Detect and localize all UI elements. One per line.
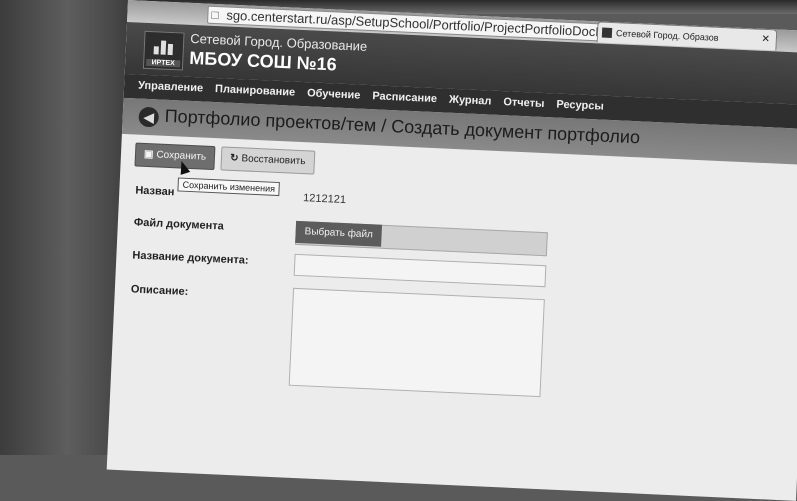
school-name: МБОУ СОШ №16 bbox=[188, 47, 338, 75]
name-label: Назван bbox=[135, 184, 175, 199]
logo-bars-icon bbox=[146, 32, 184, 56]
save-button[interactable]: ▣ Сохранить bbox=[134, 142, 216, 171]
choose-file-button[interactable]: Выбрать файл bbox=[295, 220, 383, 247]
app-logo[interactable]: ИРТЕХ bbox=[142, 30, 185, 71]
restore-button[interactable]: ↻ Восстановить bbox=[220, 146, 315, 175]
restore-button-label: Восстановить bbox=[241, 153, 306, 168]
nav-item-management[interactable]: Управление bbox=[124, 74, 210, 95]
back-arrow-icon[interactable]: ◀ bbox=[138, 106, 160, 128]
nav-item-planning[interactable]: Планирование bbox=[209, 78, 302, 99]
nav-item-schedule[interactable]: Расписание bbox=[366, 85, 443, 105]
description-label: Описание: bbox=[130, 283, 189, 299]
tab-title: Сетевой Город. Образов bbox=[615, 28, 719, 43]
site-favicon-icon bbox=[601, 27, 613, 38]
nav-item-learning[interactable]: Обучение bbox=[301, 82, 367, 102]
doc-title-input[interactable] bbox=[293, 253, 547, 288]
save-icon: ▣ bbox=[143, 148, 154, 161]
nav-item-resources[interactable]: Ресурсы bbox=[550, 93, 610, 113]
restore-icon: ↻ bbox=[229, 152, 239, 165]
browser-screen: □ sgo.centerstart.ru/asp/SetupSchool/Por… bbox=[106, 0, 797, 501]
description-textarea[interactable] bbox=[288, 287, 545, 398]
logo-text: ИРТЕХ bbox=[146, 58, 181, 68]
form-toolbar: ▣ Сохранить ↻ Восстановить bbox=[134, 142, 321, 176]
name-value: 1212121 bbox=[302, 192, 347, 207]
nav-item-journal[interactable]: Журнал bbox=[443, 88, 498, 108]
close-tab-icon[interactable]: ✕ bbox=[761, 30, 770, 50]
page-icon: □ bbox=[211, 7, 219, 23]
file-label: Файл документа bbox=[133, 216, 224, 233]
save-tooltip: Сохранить изменения bbox=[177, 177, 281, 197]
nav-item-reports[interactable]: Отчеты bbox=[497, 91, 551, 110]
doc-title-label: Название документа: bbox=[132, 249, 249, 267]
